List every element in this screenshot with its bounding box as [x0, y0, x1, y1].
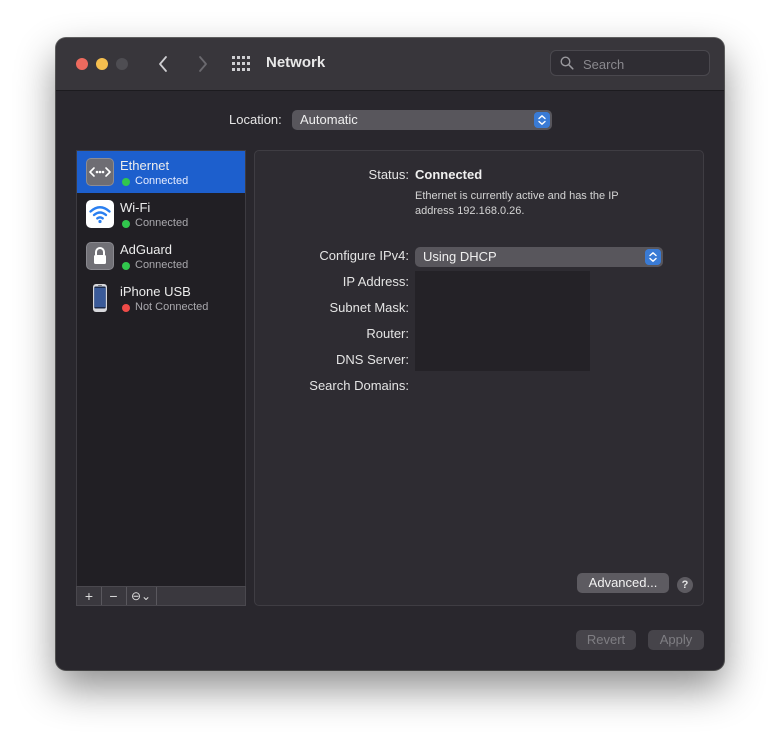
- service-item-ethernet[interactable]: Ethernet Connected: [77, 151, 245, 193]
- window-title: Network: [266, 54, 326, 71]
- titlebar: Network: [56, 38, 724, 91]
- zoom-window-button[interactable]: [116, 58, 128, 70]
- service-detail-panel: Status: Connected Ethernet is currently …: [254, 150, 704, 606]
- configure-ipv4-value: Using DHCP: [423, 249, 497, 264]
- subnet-mask-label: Subnet Mask:: [329, 300, 410, 315]
- service-item-iphone-usb[interactable]: iPhone USB Not Connected: [77, 277, 245, 319]
- location-label: Location:: [229, 112, 282, 127]
- chevron-right-icon[interactable]: [192, 54, 212, 74]
- ip-address-label: IP Address:: [342, 274, 409, 289]
- search-icon: [560, 56, 574, 70]
- advanced-button[interactable]: Advanced...: [577, 573, 669, 593]
- service-status: Connected: [135, 217, 189, 229]
- close-window-button[interactable]: [76, 58, 88, 70]
- status-dot-icon: [122, 304, 130, 312]
- remove-service-button[interactable]: −: [101, 587, 127, 605]
- revert-button[interactable]: Revert: [576, 630, 636, 650]
- service-name: Wi-Fi: [120, 200, 151, 215]
- help-button[interactable]: ?: [677, 577, 693, 593]
- location-value: Automatic: [300, 112, 358, 127]
- status-description: Ethernet is currently active and has the…: [415, 190, 619, 217]
- up-down-chevron-icon: [534, 112, 550, 128]
- configure-ipv4-label: Configure IPv4:: [319, 248, 409, 263]
- service-list-toolbar: + − ⊖⌄: [76, 586, 246, 606]
- search-input[interactable]: [581, 54, 705, 74]
- search-domains-label: Search Domains:: [309, 378, 409, 393]
- status-dot-icon: [122, 220, 130, 228]
- show-all-grid-icon[interactable]: [232, 56, 250, 72]
- wifi-icon: [86, 200, 114, 228]
- status-dot-icon: [122, 262, 130, 270]
- add-service-button[interactable]: +: [77, 587, 102, 605]
- service-item-wifi[interactable]: Wi-Fi Connected: [77, 193, 245, 235]
- location-select[interactable]: Automatic: [292, 110, 552, 130]
- service-name: Ethernet: [120, 158, 170, 173]
- service-list: Ethernet Connected Wi-Fi Connected AdGua…: [76, 150, 246, 606]
- router-label: Router:: [366, 326, 409, 341]
- service-name: iPhone USB: [120, 284, 191, 299]
- network-values-area: [415, 271, 590, 371]
- ethernet-icon: [86, 158, 114, 186]
- iphone-icon: [93, 284, 107, 312]
- chevron-left-icon[interactable]: [154, 54, 174, 74]
- action-menu-button[interactable]: ⊖⌄: [126, 587, 157, 605]
- service-status: Not Connected: [135, 301, 209, 313]
- up-down-chevron-icon: [645, 249, 661, 265]
- service-status: Connected: [135, 175, 189, 187]
- status-value: Connected: [415, 167, 483, 182]
- network-preferences-window: Network Location: Automatic Ethernet: [56, 38, 724, 670]
- service-name: AdGuard: [120, 242, 173, 257]
- status-dot-icon: [122, 178, 130, 186]
- minimize-window-button[interactable]: [96, 58, 108, 70]
- configure-ipv4-select[interactable]: Using DHCP: [415, 247, 663, 267]
- dns-server-label: DNS Server:: [336, 352, 409, 367]
- search-field[interactable]: [550, 50, 710, 76]
- service-item-adguard[interactable]: AdGuard Connected: [77, 235, 245, 277]
- service-status: Connected: [135, 259, 189, 271]
- lock-icon: [86, 242, 114, 270]
- status-label: Status:: [368, 167, 409, 182]
- apply-button[interactable]: Apply: [648, 630, 704, 650]
